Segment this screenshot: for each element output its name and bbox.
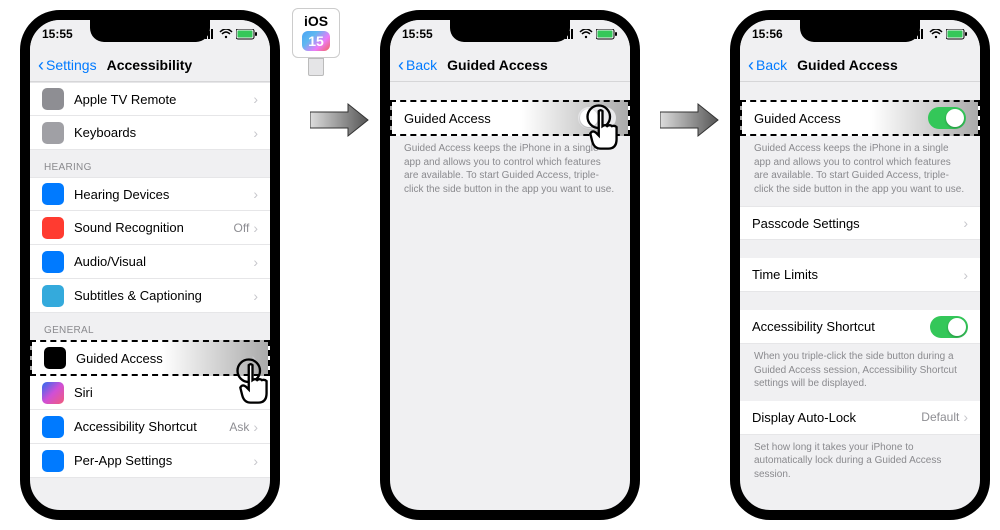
chevron-right-icon: › — [253, 125, 258, 141]
ios-text: iOS — [297, 13, 335, 29]
row-label: Guided Access — [404, 111, 578, 126]
row-icon — [42, 285, 64, 307]
settings-row[interactable]: Apple TV Remote› — [30, 82, 270, 116]
battery-icon — [596, 29, 618, 40]
time-label: 15:55 — [402, 27, 433, 41]
ios-badge: iOS 15 — [292, 8, 340, 76]
phone-guided-access-on: 15:56 ‹ Back Guided Access Guided Access… — [730, 10, 990, 520]
row-label: Guided Access — [754, 111, 928, 126]
row-icon — [42, 382, 64, 404]
guided-access-toggle-row[interactable]: Guided Access — [740, 100, 980, 136]
row-icon — [44, 347, 66, 369]
notch — [800, 20, 920, 42]
page-title: Guided Access — [447, 57, 622, 73]
back-label: Settings — [46, 57, 97, 73]
row-icon — [42, 251, 64, 273]
arrow-icon — [310, 100, 370, 140]
row-label: Sound Recognition — [74, 220, 234, 235]
row-icon — [42, 183, 64, 205]
chevron-right-icon: › — [253, 453, 258, 469]
battery-icon — [946, 29, 968, 40]
phone-guided-access-off: 15:55 ‹ Back Guided Access Guided Access… — [380, 10, 640, 520]
phone-accessibility: 15:55 ‹ Settings Accessibility Apple TV … — [20, 10, 280, 520]
chevron-right-icon: › — [253, 254, 258, 270]
row-value: Ask — [229, 420, 249, 434]
chevron-right-icon: › — [253, 186, 258, 202]
chevron-right-icon: › — [253, 288, 258, 304]
toggle-switch[interactable] — [928, 107, 966, 129]
row-label: Siri — [74, 385, 253, 400]
row-value: Off — [234, 221, 250, 235]
chevron-right-icon: › — [253, 419, 258, 435]
nav-bar: ‹ Back Guided Access — [740, 48, 980, 82]
row-label: Hearing Devices — [74, 187, 253, 202]
page-title: Guided Access — [797, 57, 972, 73]
row-icon — [42, 450, 64, 472]
chevron-right-icon: › — [963, 215, 968, 231]
guided-access-desc: Guided Access keeps the iPhone in a sing… — [740, 136, 980, 206]
wifi-icon — [929, 29, 943, 39]
chevron-right-icon: › — [963, 409, 968, 425]
chevron-right-icon: › — [963, 267, 968, 283]
shortcut-desc: When you triple-click the side button du… — [740, 344, 980, 401]
settings-row[interactable]: Sound RecognitionOff› — [30, 211, 270, 245]
settings-row[interactable]: Passcode Settings› — [740, 206, 980, 240]
arrow-icon — [660, 100, 720, 140]
settings-row[interactable]: Per-App Settings› — [30, 444, 270, 478]
time-label: 15:55 — [42, 27, 73, 41]
back-label: Back — [756, 57, 787, 73]
ios-version: 15 — [302, 31, 330, 51]
row-label: Keyboards — [74, 125, 253, 140]
row-label: Accessibility Shortcut — [752, 319, 930, 334]
nav-bar: ‹ Settings Accessibility — [30, 48, 270, 82]
wifi-icon — [579, 29, 593, 39]
row-icon — [42, 88, 64, 110]
row-label: Subtitles & Captioning — [74, 288, 253, 303]
toggle-switch[interactable] — [930, 316, 968, 338]
row-label: Display Auto-Lock — [752, 410, 921, 425]
settings-row[interactable]: Hearing Devices› — [30, 177, 270, 211]
battery-icon — [236, 29, 258, 40]
settings-row[interactable]: Audio/Visual› — [30, 245, 270, 279]
tap-hand-icon — [580, 98, 640, 158]
display-auto-lock-row[interactable]: Display Auto-Lock Default › — [740, 401, 980, 435]
row-icon — [42, 122, 64, 144]
back-button[interactable]: ‹ Back — [748, 56, 787, 74]
section-general: GENERAL — [30, 313, 270, 340]
chevron-right-icon: › — [253, 91, 258, 107]
settings-row[interactable]: Accessibility ShortcutAsk › — [30, 410, 270, 444]
tap-hand-icon — [230, 352, 280, 412]
row-label: Accessibility Shortcut — [74, 419, 229, 434]
section-hearing: HEARING — [30, 150, 270, 177]
chevron-left-icon: ‹ — [748, 56, 754, 74]
row-label: Audio/Visual — [74, 254, 253, 269]
chevron-left-icon: ‹ — [398, 56, 404, 74]
row-icon — [42, 416, 64, 438]
notch — [450, 20, 570, 42]
notch — [90, 20, 210, 42]
settings-row[interactable]: Time Limits› — [740, 258, 980, 292]
row-label: Per-App Settings — [74, 453, 253, 468]
accessibility-shortcut-row[interactable]: Accessibility Shortcut — [740, 310, 980, 344]
row-label: Guided Access — [76, 351, 251, 366]
page-title: Accessibility — [107, 57, 262, 73]
chevron-left-icon: ‹ — [38, 56, 44, 74]
nav-bar: ‹ Back Guided Access — [390, 48, 630, 82]
back-button[interactable]: ‹ Back — [398, 56, 437, 74]
row-label: Apple TV Remote — [74, 92, 253, 107]
autolock-desc: Set how long it takes your iPhone to aut… — [740, 435, 980, 492]
usb-plug-icon — [308, 58, 324, 76]
settings-row[interactable]: Keyboards› — [30, 116, 270, 150]
chevron-right-icon: › — [253, 220, 258, 236]
back-button[interactable]: ‹ Settings — [38, 56, 97, 74]
settings-row[interactable]: Subtitles & Captioning› — [30, 279, 270, 313]
row-label: Passcode Settings — [752, 216, 963, 231]
back-label: Back — [406, 57, 437, 73]
time-label: 15:56 — [752, 27, 783, 41]
wifi-icon — [219, 29, 233, 39]
row-icon — [42, 217, 64, 239]
row-value: Default — [921, 410, 959, 424]
row-label: Time Limits — [752, 267, 963, 282]
